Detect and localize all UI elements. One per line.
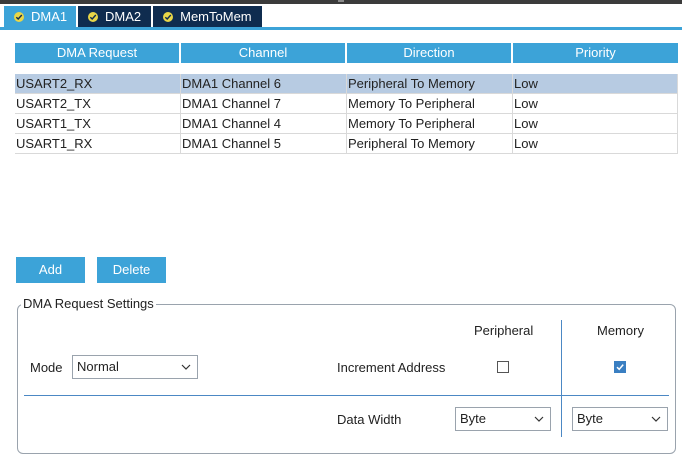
peripheral-data-width-value: Byte [460, 411, 487, 426]
memory-data-width-value: Byte [577, 411, 604, 426]
table-row[interactable]: USART2_RX DMA1 Channel 6 Peripheral To M… [15, 74, 678, 94]
cell-dma-request: USART1_TX [15, 114, 181, 133]
chevron-down-icon [534, 416, 544, 422]
cell-direction: Peripheral To Memory [347, 74, 513, 93]
column-header-priority[interactable]: Priority [513, 43, 678, 63]
cell-direction: Peripheral To Memory [347, 134, 513, 153]
tab-memtomem[interactable]: MemToMem [153, 6, 262, 27]
checkmark-icon [616, 364, 624, 371]
cell-channel: DMA1 Channel 6 [181, 74, 347, 93]
delete-button[interactable]: Delete [97, 257, 166, 283]
table-row[interactable]: USART2_TX DMA1 Channel 7 Memory To Perip… [15, 94, 678, 114]
tab-label: MemToMem [180, 9, 252, 24]
peripheral-increment-checkbox[interactable] [497, 361, 509, 373]
cell-direction: Memory To Peripheral [347, 114, 513, 133]
cell-priority: Low [513, 134, 678, 153]
cell-priority: Low [513, 74, 678, 93]
peripheral-data-width-select[interactable]: Byte [455, 407, 551, 431]
column-header-dma-request[interactable]: DMA Request [15, 43, 181, 63]
vertical-divider [561, 320, 562, 437]
cell-priority: Low [513, 94, 678, 113]
cell-channel: DMA1 Channel 4 [181, 114, 347, 133]
column-header-channel[interactable]: Channel [181, 43, 347, 63]
tab-label: DMA1 [31, 9, 68, 24]
chevron-down-icon [651, 416, 661, 422]
mode-label: Mode [30, 360, 63, 375]
settings-group-title: DMA Request Settings [21, 296, 156, 311]
dma-tabs: DMA1 DMA2 MemToMem [4, 6, 264, 27]
column-header-direction[interactable]: Direction [347, 43, 513, 63]
check-circle-icon [88, 11, 98, 22]
memory-column-header: Memory [597, 323, 644, 338]
add-button[interactable]: Add [16, 257, 85, 283]
cell-dma-request: USART1_RX [15, 134, 181, 153]
check-circle-icon [163, 11, 174, 22]
tab-label: DMA2 [105, 9, 142, 24]
cell-dma-request: USART2_RX [15, 74, 181, 93]
window-top-bar-mark [338, 0, 344, 2]
table-header: DMA Request Channel Direction Priority [15, 43, 678, 63]
dma-request-settings-group [17, 304, 676, 454]
data-width-label: Data Width [337, 412, 402, 427]
peripheral-column-header: Peripheral [474, 323, 534, 338]
table-row[interactable]: USART1_TX DMA1 Channel 4 Memory To Perip… [15, 114, 678, 134]
mode-select-value: Normal [77, 359, 119, 374]
cell-priority: Low [513, 114, 678, 133]
tab-dma2[interactable]: DMA2 [78, 6, 152, 27]
cell-channel: DMA1 Channel 5 [181, 134, 347, 153]
cell-direction: Memory To Peripheral [347, 94, 513, 113]
increment-address-label: Increment Address [337, 360, 446, 375]
memory-increment-checkbox[interactable] [614, 361, 626, 373]
chevron-down-icon [181, 364, 191, 370]
memory-data-width-select[interactable]: Byte [572, 407, 668, 431]
table-row[interactable]: USART1_RX DMA1 Channel 5 Peripheral To M… [15, 134, 678, 154]
tab-dma1[interactable]: DMA1 [4, 6, 76, 27]
check-circle-icon [14, 11, 24, 22]
dma-request-table: USART2_RX DMA1 Channel 6 Peripheral To M… [15, 74, 678, 154]
mode-select[interactable]: Normal [72, 355, 198, 379]
horizontal-divider [24, 395, 669, 396]
cell-dma-request: USART2_TX [15, 94, 181, 113]
tab-underline [0, 27, 682, 30]
cell-channel: DMA1 Channel 7 [181, 94, 347, 113]
